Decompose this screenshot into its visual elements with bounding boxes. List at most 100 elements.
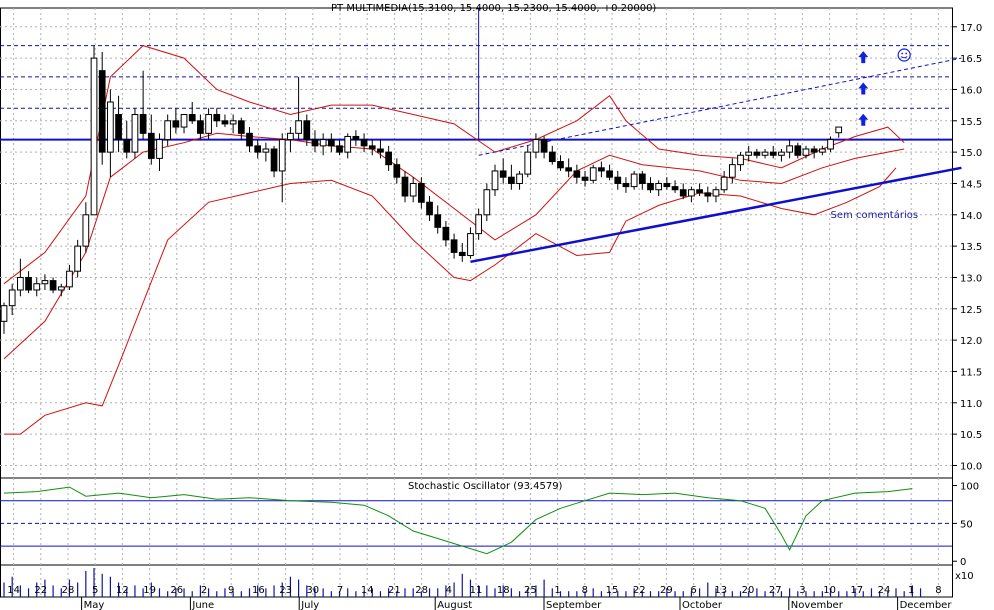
candle	[82, 202, 90, 253]
candle-body	[237, 120, 245, 134]
x-day-label: 9	[228, 585, 234, 596]
x-day-label: 10	[823, 585, 836, 596]
candle-body	[336, 145, 343, 153]
stock-chart: 10.0 10.5 11.0 11.5 12.0 12.5 13.0 13.5 14.0 14.5…	[0, 0, 994, 610]
candle	[606, 164, 613, 181]
candle-body	[319, 139, 327, 147]
candle-body	[49, 280, 57, 291]
candle-body	[229, 120, 237, 125]
candle	[344, 133, 352, 159]
x-day-label: 28	[62, 585, 75, 596]
candle	[229, 114, 237, 134]
candle-body	[66, 270, 73, 288]
candle	[630, 170, 638, 190]
x-day-label: 16	[252, 585, 265, 596]
candle	[164, 114, 172, 146]
candle	[835, 126, 843, 138]
x-month-label: October	[682, 600, 723, 610]
candle-body	[704, 192, 712, 197]
price-tick-label: 11.0	[960, 399, 982, 410]
price-tick-label: 11.5	[960, 367, 982, 378]
candle	[516, 170, 523, 190]
candle	[368, 139, 376, 156]
x-day-label: 1	[908, 585, 914, 596]
candle-body	[508, 176, 515, 184]
candle-body	[802, 148, 810, 156]
candle	[663, 177, 671, 190]
candle-body	[458, 251, 466, 257]
candle-body	[197, 120, 204, 134]
annotation-text: Sem comentários	[831, 209, 919, 221]
candle-body	[606, 170, 613, 178]
candle	[671, 180, 679, 193]
candle	[49, 277, 57, 294]
stochastic-tick-label: 100	[960, 482, 979, 493]
candle	[573, 164, 581, 184]
candle	[270, 145, 278, 178]
x-day-label: 27	[769, 585, 782, 596]
x-day-label: 3	[799, 585, 805, 596]
x-day-label: 14	[7, 585, 20, 596]
candle-body	[33, 283, 41, 291]
candle-body	[769, 151, 777, 156]
candle	[115, 95, 122, 153]
candle-body	[172, 120, 180, 128]
candle	[524, 145, 532, 178]
candle	[622, 177, 630, 193]
candle-body	[74, 245, 82, 272]
candle	[810, 145, 818, 159]
candle	[802, 145, 810, 159]
price-tick-label: 13.0	[960, 273, 982, 284]
x-day-label: 30	[306, 585, 319, 596]
candle	[131, 108, 139, 159]
x-day-label: 8	[935, 585, 941, 596]
candle-body	[303, 120, 311, 141]
up-arrow-icon	[858, 82, 869, 95]
x-day-label: 13	[714, 585, 727, 596]
candle-body	[139, 114, 147, 134]
candle-body	[720, 176, 728, 191]
candle-body	[696, 189, 703, 194]
candle	[90, 45, 98, 216]
candle	[483, 183, 491, 222]
candle	[745, 145, 753, 162]
candle-body	[679, 189, 687, 197]
candle	[499, 158, 507, 184]
candle	[66, 264, 73, 290]
candle-body	[57, 286, 65, 291]
candle-body	[188, 114, 196, 122]
candle-body	[810, 148, 818, 153]
x-day-label: 2	[201, 585, 207, 596]
candle-body	[573, 170, 581, 178]
candle	[696, 183, 703, 196]
candle	[704, 186, 712, 203]
x-day-label: 29	[660, 585, 673, 596]
candle	[655, 180, 663, 196]
price-tick-label: 14.5	[960, 179, 982, 190]
candle	[57, 283, 65, 297]
candle-body	[246, 132, 253, 147]
candle-body	[728, 164, 736, 178]
candle-body	[827, 139, 834, 150]
candle-body	[794, 145, 802, 156]
x-month-label: July	[300, 600, 319, 610]
candle-body	[647, 182, 654, 191]
candle-body	[524, 151, 532, 175]
up-arrow-icon	[858, 51, 869, 64]
x-day-label: 6	[690, 585, 696, 596]
x-day-label: 1	[554, 585, 560, 596]
x-day-label: 14	[361, 585, 374, 596]
volume-axis-label: x10	[955, 571, 974, 582]
x-month-label: May	[84, 600, 105, 610]
candle	[246, 127, 253, 153]
candle-body	[287, 132, 294, 141]
price-tick-label: 17.0	[960, 23, 982, 34]
candle	[352, 130, 360, 146]
candle	[172, 108, 180, 134]
candle	[818, 145, 826, 156]
candle-body	[295, 120, 302, 134]
x-month-label: June	[191, 600, 214, 610]
x-day-label: 20	[742, 585, 755, 596]
candle-body	[614, 176, 622, 184]
candle-body	[532, 139, 540, 153]
